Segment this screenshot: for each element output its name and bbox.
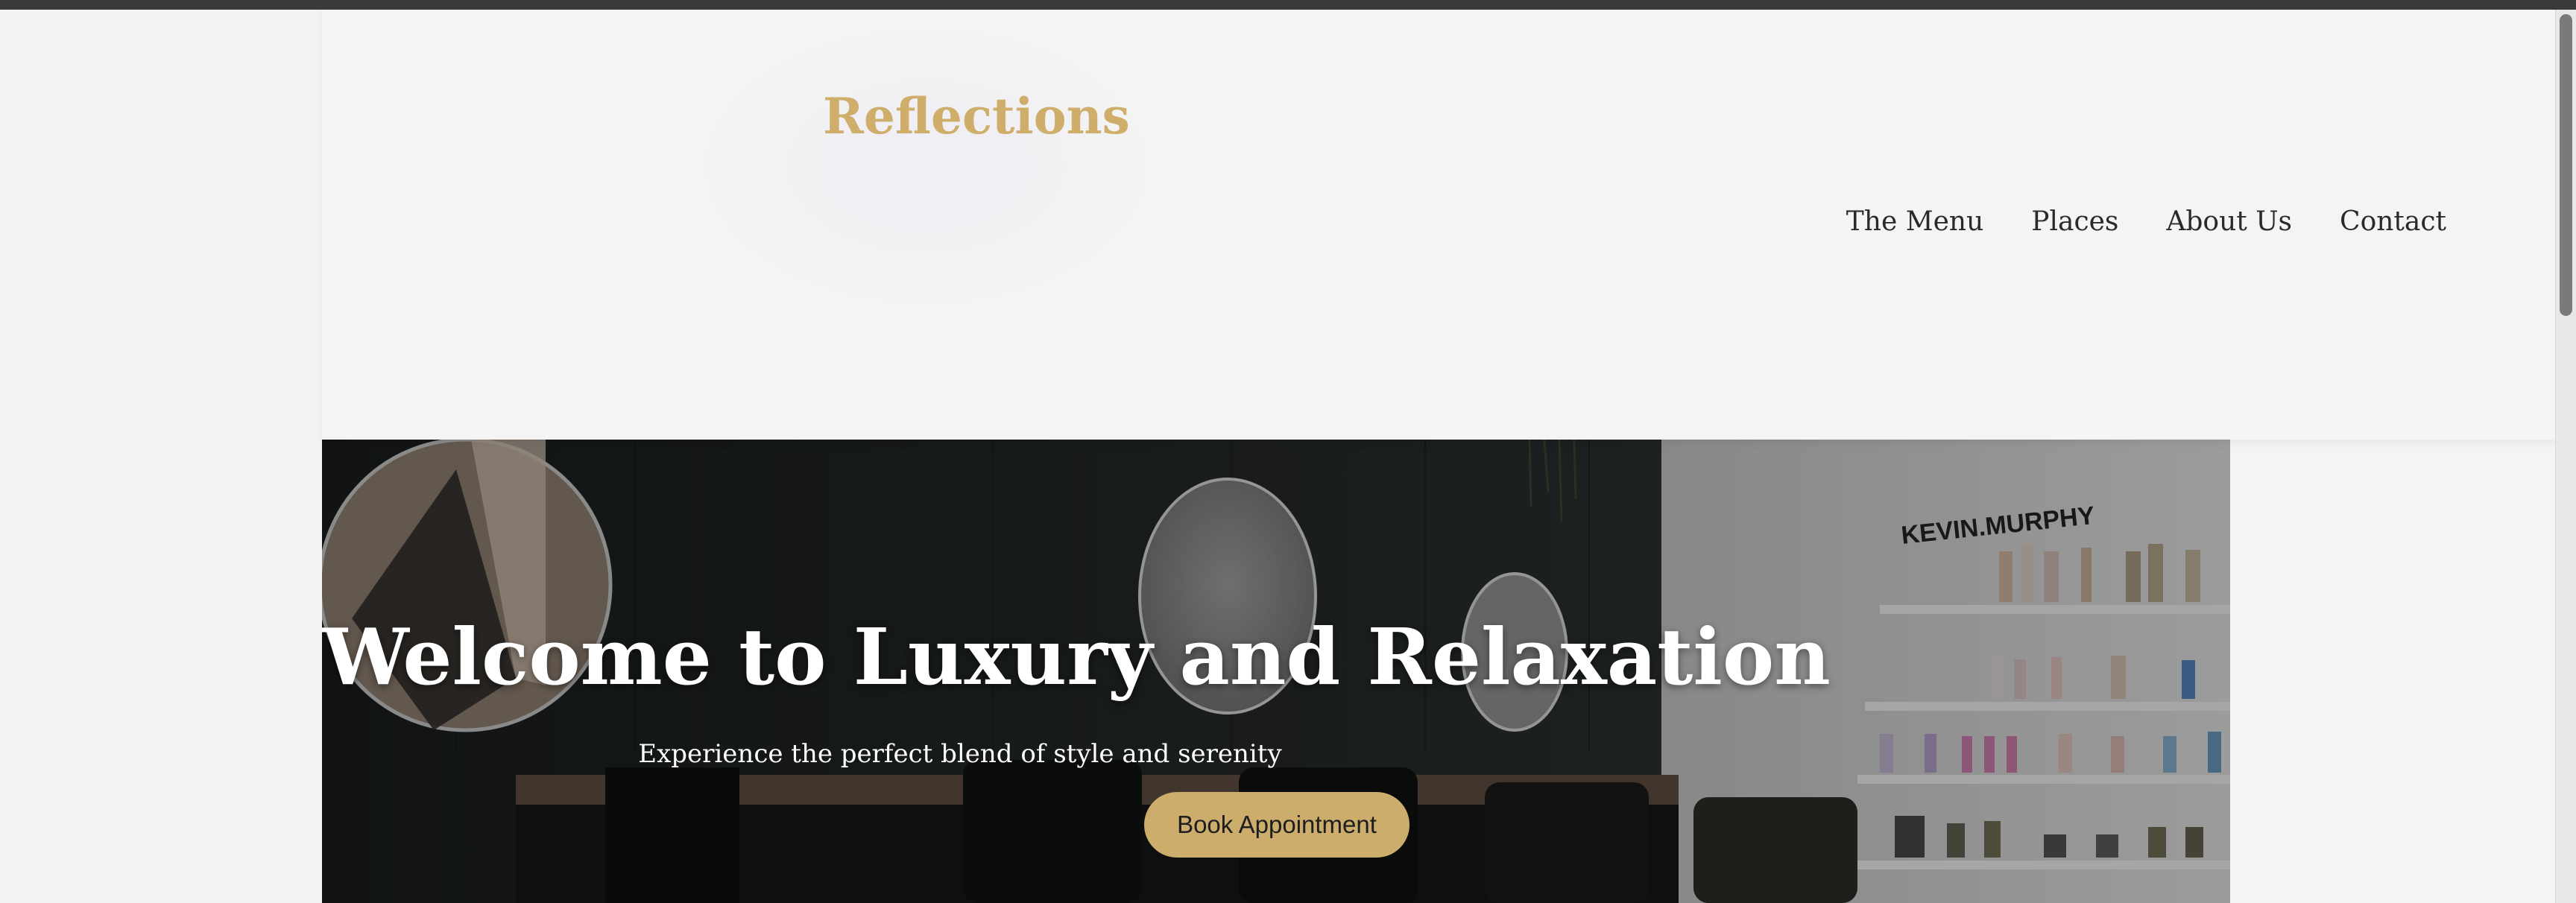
book-appointment-button[interactable]: Book Appointment [1144, 792, 1409, 858]
page-scrollbar[interactable] [2555, 10, 2576, 903]
site-header: Reflections The Menu Places About Us Con… [322, 10, 2558, 440]
browser-top-bar [0, 0, 2576, 10]
site-logo[interactable]: Reflections [823, 87, 1130, 145]
page: Reflections The Menu Places About Us Con… [322, 10, 2558, 903]
hero-title: Welcome to Luxury and Relaxation [322, 611, 1831, 703]
nav-item-about-us[interactable]: About Us [2166, 206, 2292, 237]
nav-item-contact[interactable]: Contact [2340, 206, 2446, 237]
logo-glow [687, 17, 1164, 315]
main-nav: The Menu Places About Us Contact [1846, 206, 2446, 237]
nav-item-places[interactable]: Places [2031, 206, 2118, 237]
nav-item-the-menu[interactable]: The Menu [1846, 206, 1983, 237]
hero-subtitle: Experience the perfect blend of style an… [638, 739, 1282, 769]
scrollbar-thumb[interactable] [2560, 14, 2572, 316]
hero-section: KEVIN.MURPHY Welcome to Luxury and Relax… [322, 440, 2230, 903]
